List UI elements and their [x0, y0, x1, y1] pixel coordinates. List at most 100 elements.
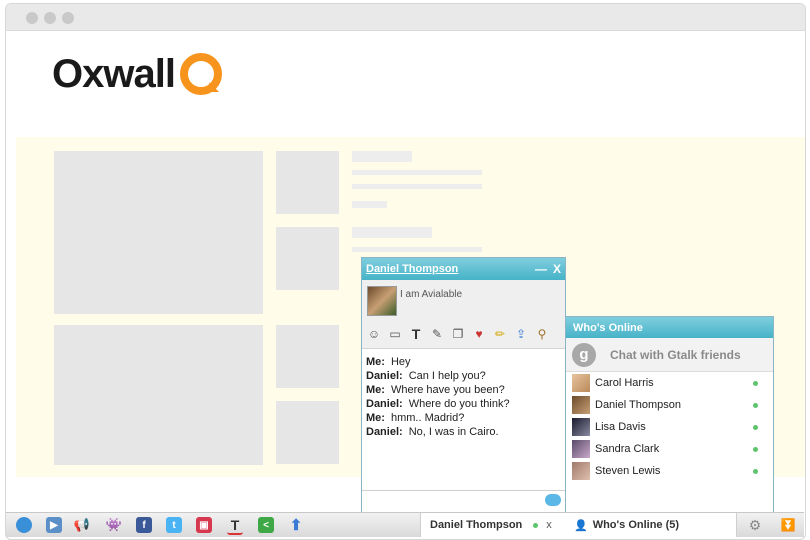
- share-icon[interactable]: <: [258, 517, 274, 533]
- chat-window: Daniel Thompson — X I am Avialable ☺ ▭ T…: [361, 257, 566, 514]
- send-bubble-icon[interactable]: [545, 494, 561, 506]
- placeholder-line: [352, 151, 412, 162]
- user-name: Lisa Davis: [595, 421, 646, 433]
- chat-tab-online-dot: [533, 522, 539, 528]
- online-user-item[interactable]: Steven Lewis: [566, 460, 773, 482]
- whos-online-header[interactable]: Who's Online: [566, 317, 773, 338]
- placeholder-line: [352, 184, 482, 189]
- chat-message: Me: Where have you been?: [366, 383, 561, 397]
- online-user-item[interactable]: Sandra Clark: [566, 438, 773, 460]
- message-sender: Daniel:: [366, 426, 403, 438]
- chat-close-icon[interactable]: X: [553, 262, 561, 276]
- gtalk-connect-button[interactable]: g Chat with Gtalk friends: [566, 338, 773, 372]
- google-icon: g: [572, 342, 596, 367]
- placeholder-thumb: [276, 227, 339, 290]
- twitter-icon[interactable]: t: [166, 517, 182, 533]
- chat-contact-name[interactable]: Daniel Thompson: [366, 263, 529, 275]
- chat-message: Daniel: Where do you think?: [366, 397, 561, 411]
- site-logo[interactable]: Oxwall: [52, 44, 223, 104]
- photo-icon[interactable]: ▣: [196, 517, 212, 533]
- online-user-item[interactable]: Carol Harris: [566, 372, 773, 394]
- user-avatar: [572, 374, 590, 392]
- whos-online-panel: Who's Online g Chat with Gtalk friends C…: [565, 316, 774, 514]
- online-status-dot: [753, 447, 758, 452]
- placeholder-image: [54, 325, 263, 465]
- chevron-down-icon[interactable]: ⏬: [776, 514, 800, 536]
- message-sender: Me:: [366, 412, 385, 424]
- message-sender: Daniel:: [366, 398, 403, 410]
- message-text: No, I was in Cairo.: [408, 426, 499, 438]
- online-status-dot: [753, 425, 758, 430]
- online-user-list: Carol Harris Daniel Thompson Lisa Davis San…: [566, 372, 773, 482]
- chat-message: Me: Hey: [366, 355, 561, 369]
- chat-profile: I am Avialable ☺ ▭ T ✎ ❐ ♥ ✏ ⇪ ⚲: [362, 280, 565, 349]
- card-icon[interactable]: ♥: [470, 326, 488, 342]
- user-name: Carol Harris: [595, 377, 654, 389]
- online-status-dot: [753, 381, 758, 386]
- facebook-icon[interactable]: f: [136, 517, 152, 533]
- user-name: Daniel Thompson: [595, 399, 682, 411]
- chat-tab-close-icon[interactable]: x: [546, 519, 552, 531]
- message-text: Where do you think?: [408, 398, 510, 410]
- online-user-item[interactable]: Lisa Davis: [566, 416, 773, 438]
- message-text: Hey: [390, 356, 411, 368]
- placeholder-thumb: [276, 401, 339, 464]
- text-tool-icon[interactable]: T: [227, 517, 243, 535]
- window-minimize-dot[interactable]: [44, 12, 56, 24]
- note-icon[interactable]: ✎: [428, 326, 446, 342]
- online-status-dot: [753, 403, 758, 408]
- user-avatar: [572, 440, 590, 458]
- chat-message: Me: hmm.. Madrid?: [366, 411, 561, 425]
- pencil-icon[interactable]: ✏: [491, 326, 509, 342]
- upload-arrow-icon[interactable]: ⬆: [288, 517, 304, 534]
- online-status-dot: [753, 469, 758, 474]
- placeholder-line: [352, 227, 432, 238]
- logo-ring-icon: [179, 53, 222, 95]
- user-name: Steven Lewis: [595, 465, 661, 477]
- broom-icon[interactable]: ⚲: [533, 326, 551, 342]
- window-maximize-dot[interactable]: [62, 12, 74, 24]
- message-sender: Me:: [366, 384, 385, 396]
- whos-online-tab[interactable]: 👤 Who's Online (5): [566, 513, 737, 537]
- message-text: hmm.. Madrid?: [390, 412, 465, 424]
- contact-status-message: I am Avialable: [400, 289, 463, 300]
- chat-minimize-icon[interactable]: —: [535, 262, 547, 276]
- placeholder-line: [352, 170, 482, 175]
- placeholder-thumb: [276, 325, 339, 388]
- smiley-icon[interactable]: ☺: [365, 326, 383, 342]
- window-close-dot[interactable]: [26, 12, 38, 24]
- message-text: Where have you been?: [390, 384, 505, 396]
- globe-icon[interactable]: [16, 517, 32, 533]
- copy-icon[interactable]: ❐: [449, 326, 467, 342]
- text-format-icon[interactable]: T: [407, 326, 425, 342]
- gtalk-label: Chat with Gtalk friends: [610, 347, 741, 362]
- user-avatar: [572, 418, 590, 436]
- online-user-item[interactable]: Daniel Thompson: [566, 394, 773, 416]
- placeholder-line: [352, 201, 387, 208]
- chat-message-input[interactable]: [362, 490, 565, 513]
- game-invader-icon[interactable]: 👾: [106, 517, 122, 533]
- gear-icon[interactable]: ⚙: [742, 514, 768, 536]
- video-icon[interactable]: ▶: [46, 517, 62, 533]
- user-name: Sandra Clark: [595, 443, 660, 455]
- megaphone-icon[interactable]: 📢: [74, 517, 90, 533]
- upload-icon[interactable]: ⇪: [512, 326, 530, 342]
- chat-tab[interactable]: Daniel Thompson x: [420, 513, 568, 537]
- logo-text: Oxwall: [52, 51, 176, 96]
- whos-online-tab-label: Who's Online (5): [592, 519, 680, 531]
- monitor-icon[interactable]: ▭: [386, 326, 404, 342]
- chat-message: Daniel: No, I was in Cairo.: [366, 425, 561, 439]
- bottom-toolbar: ▶ 📢 👾 f t ▣ T < ⬆ Daniel Thompson x 👤 Wh…: [6, 512, 804, 537]
- chat-header[interactable]: Daniel Thompson — X: [362, 258, 565, 280]
- message-text: Can I help you?: [408, 370, 486, 382]
- chat-toolbar: ☺ ▭ T ✎ ❐ ♥ ✏ ⇪ ⚲: [365, 326, 551, 342]
- user-avatar: [572, 462, 590, 480]
- chat-message: Daniel: Can I help you?: [366, 369, 561, 383]
- placeholder-image: [54, 151, 263, 314]
- contact-avatar[interactable]: [367, 286, 397, 316]
- message-sender: Me:: [366, 356, 385, 368]
- placeholder-line: [352, 247, 482, 252]
- chat-tab-label: Daniel Thompson: [430, 519, 523, 531]
- window-titlebar: [6, 4, 805, 31]
- user-online-icon: 👤: [574, 519, 588, 532]
